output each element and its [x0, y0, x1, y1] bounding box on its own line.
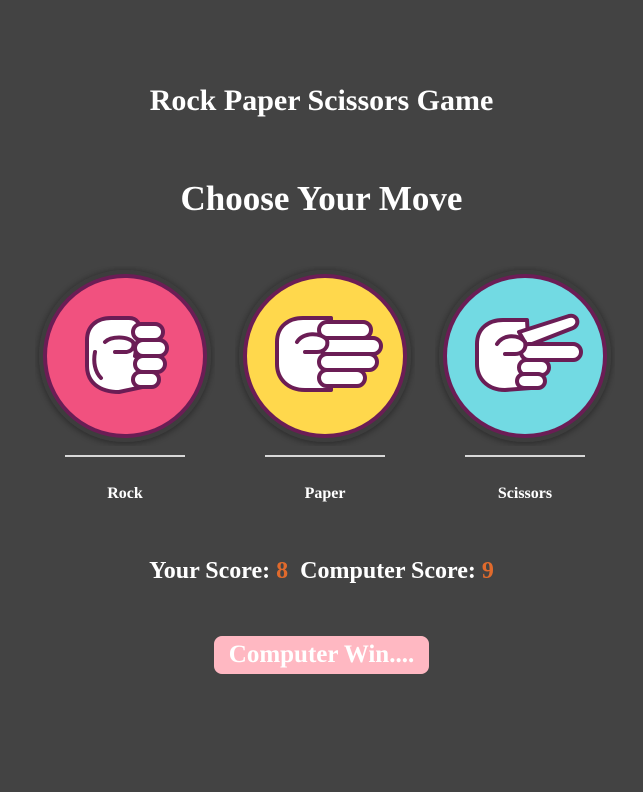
- result-area: Computer Win....: [0, 636, 643, 674]
- paper-underline: [265, 455, 385, 457]
- scissors-choice-button[interactable]: Scissors: [435, 266, 615, 511]
- paper-choice-button[interactable]: Paper: [235, 266, 415, 511]
- game-page: Rock Paper Scissors Game Choose Your Mov…: [0, 0, 643, 792]
- rock-underline: [65, 455, 185, 457]
- scissors-label: Scissors: [497, 485, 553, 502]
- your-score-label: Your Score:: [149, 558, 271, 584]
- scissors-hand-icon[interactable]: [435, 266, 615, 446]
- rock-label: Rock: [107, 485, 143, 502]
- rock-hand-icon[interactable]: [35, 266, 215, 446]
- choose-move-heading: Choose Your Move: [180, 179, 463, 218]
- rock-choice-button[interactable]: Rock: [35, 266, 215, 511]
- choices-row: Rock Paper Scissors: [0, 266, 643, 516]
- scissors-underline: [465, 455, 585, 457]
- computer-score-value: 9: [481, 558, 494, 584]
- computer-score-label: Computer Score:: [300, 558, 476, 584]
- paper-hand-icon[interactable]: [235, 266, 415, 446]
- scoreboard: Your Score: 8 Computer Score: 9: [0, 556, 643, 586]
- result-badge: Computer Win....: [213, 636, 430, 674]
- your-score-value: 8: [276, 558, 289, 584]
- paper-label: Paper: [304, 485, 346, 502]
- game-title: Rock Paper Scissors Game: [149, 84, 494, 117]
